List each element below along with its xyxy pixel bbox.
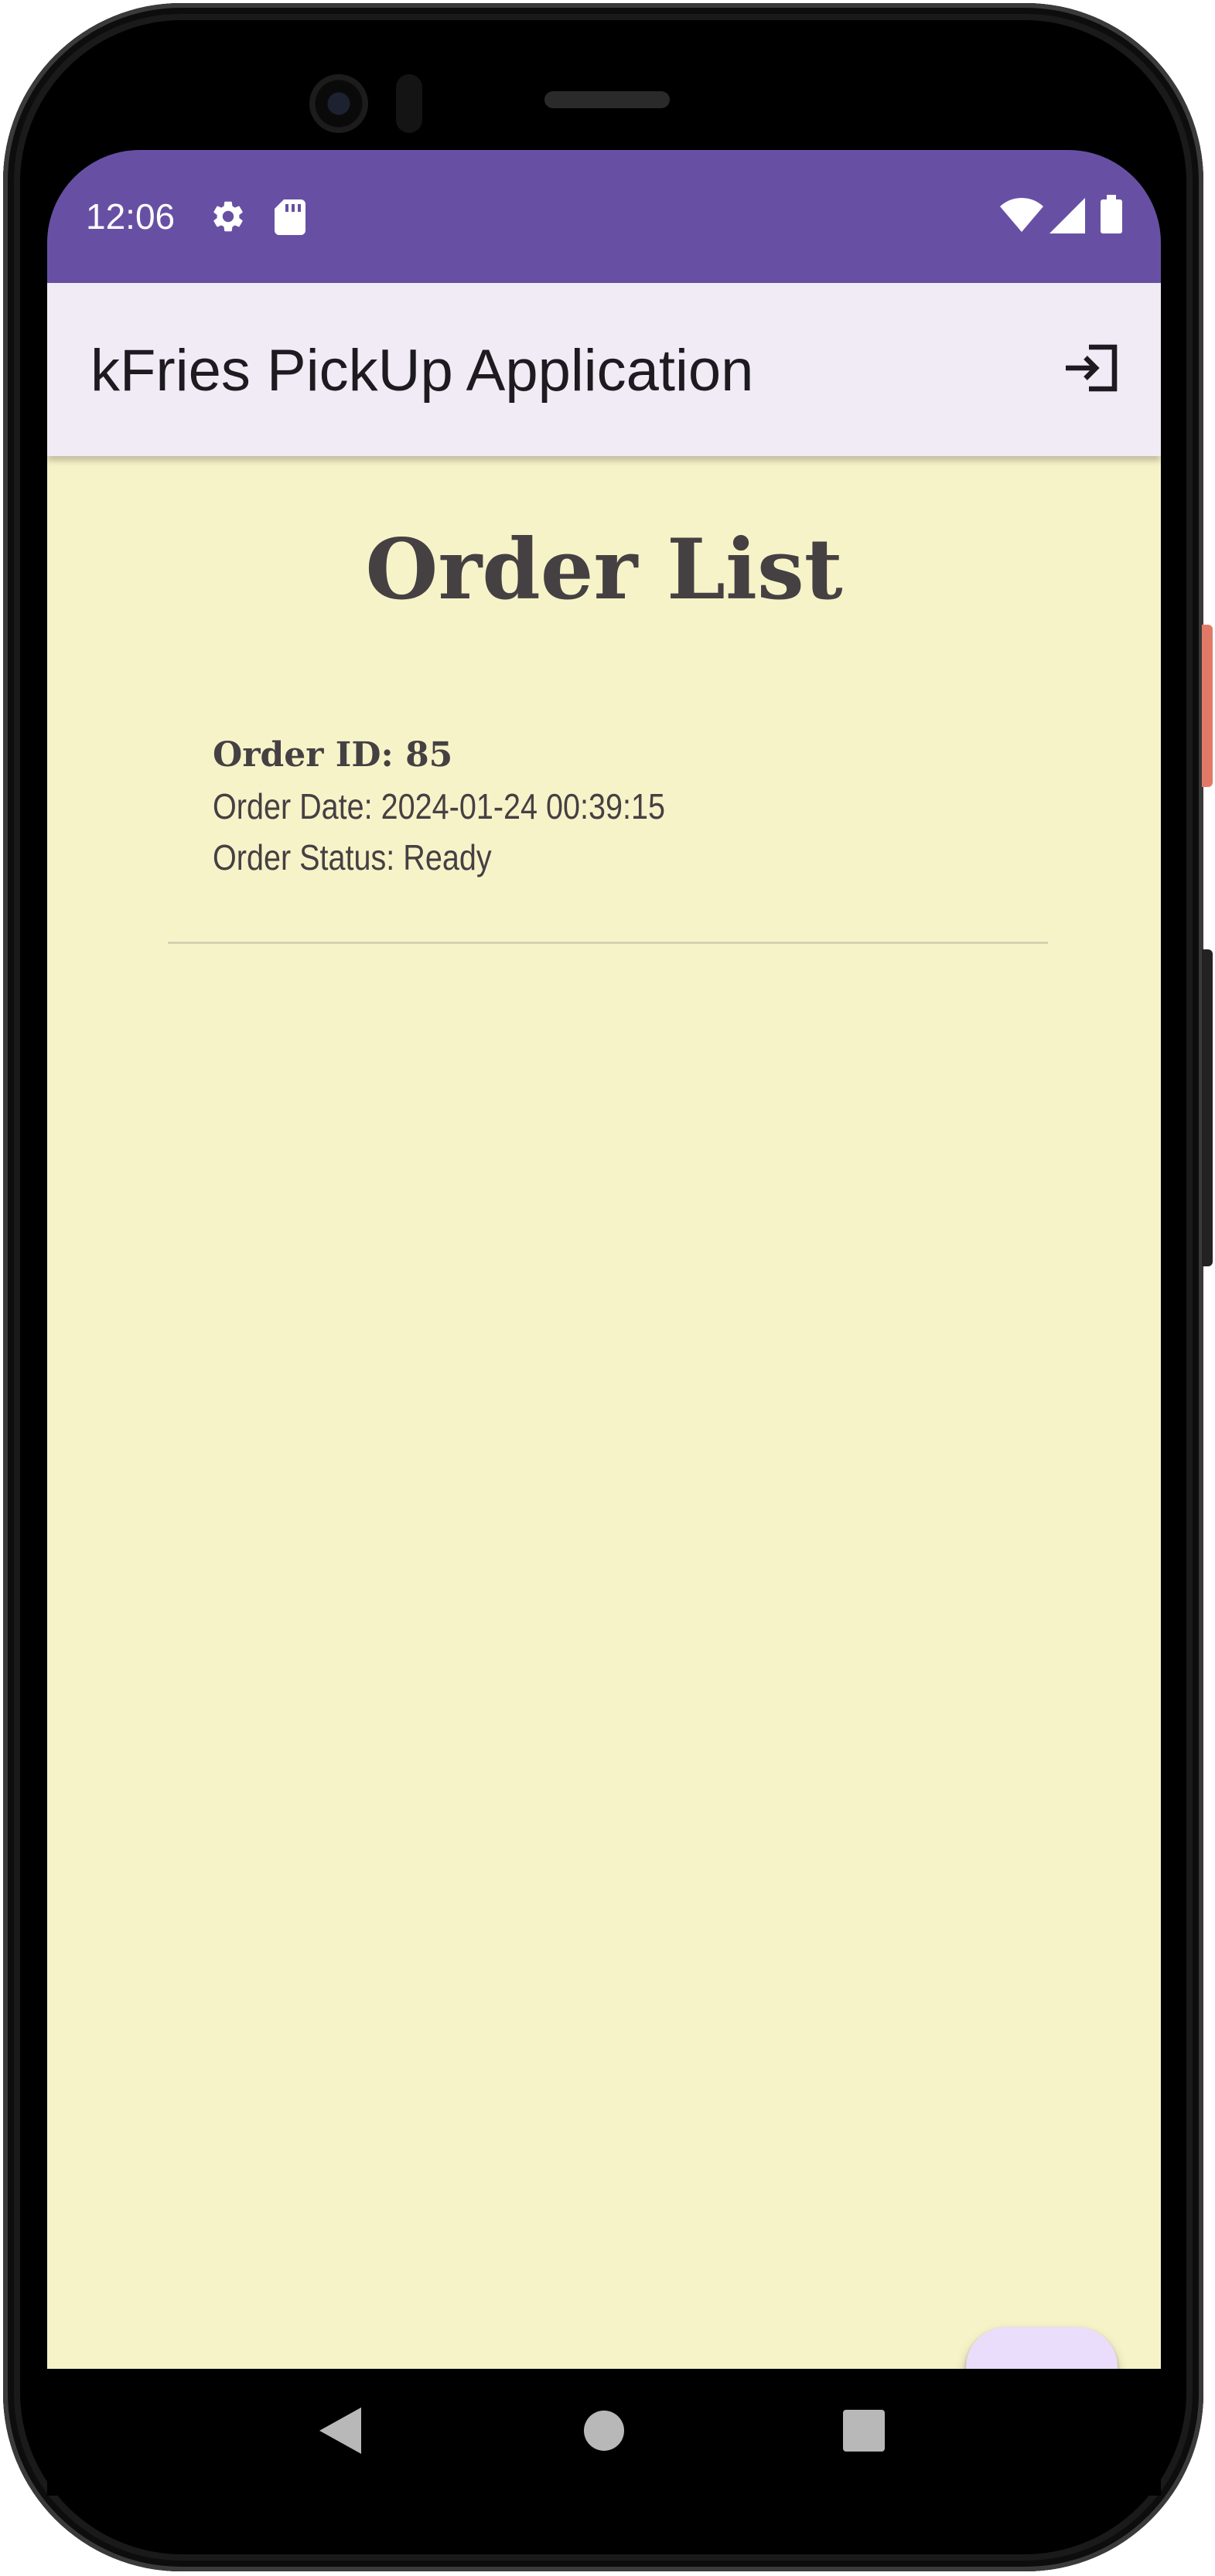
phone-screen: 12:06 kFries PickUp Application Order Li… (47, 150, 1161, 2496)
back-icon (319, 2407, 363, 2458)
order-date: Order Date: 2024-01-24 00:39:15 (213, 786, 666, 826)
page-title: Order List (365, 521, 843, 618)
proximity-sensor (396, 74, 422, 133)
recents-button[interactable] (825, 2394, 903, 2471)
sd-card-icon (273, 198, 307, 239)
system-navigation-bar (47, 2369, 1161, 2496)
home-button[interactable] (565, 2394, 643, 2471)
wifi-icon (1000, 198, 1043, 237)
app-title: kFries PickUp Application (90, 338, 754, 404)
logout-icon (1063, 342, 1119, 398)
home-icon (584, 2410, 624, 2455)
volume-button (1202, 949, 1213, 1266)
front-camera (309, 74, 368, 133)
logout-button[interactable] (1054, 332, 1128, 407)
battery-icon (1101, 195, 1122, 237)
top-app-bar: kFries PickUp Application (47, 283, 1161, 456)
order-status: Order Status: Ready (213, 837, 492, 877)
status-time: 12:06 (86, 196, 176, 237)
recents-icon (843, 2409, 885, 2455)
signal-icon (1049, 198, 1085, 237)
order-list-item[interactable]: Order ID: 85 Order Date: 2024-01-24 00:3… (168, 730, 1048, 944)
gear-icon (210, 198, 247, 239)
back-button[interactable] (302, 2394, 380, 2471)
earpiece-speaker (544, 91, 670, 108)
power-button (1202, 625, 1213, 787)
status-bar: 12:06 (47, 150, 1161, 283)
order-id: Order ID: 85 (213, 735, 453, 775)
order-list-screen: Order List Order ID: 85 Order Date: 2024… (47, 456, 1161, 2479)
